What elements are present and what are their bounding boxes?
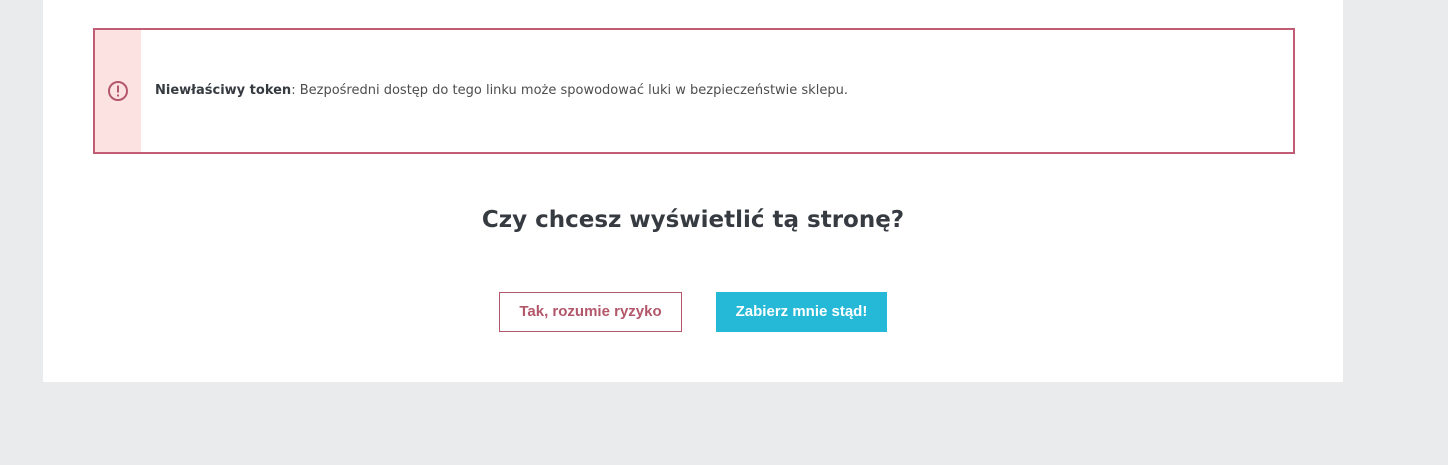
alert-circle-icon (107, 80, 129, 102)
accept-risk-button[interactable]: Tak, rozumie ryzyko (499, 292, 682, 332)
alert-title: Niewłaściwy token (155, 83, 292, 98)
alert-body: Bezpośredni dostęp do tego linku może sp… (295, 83, 848, 98)
confirmation-question: Czy chcesz wyświetlić tą stronę? (481, 207, 905, 233)
content-panel: Niewłaściwy token: Bezpośredni dostęp do… (43, 0, 1343, 382)
alert-icon-column (95, 30, 141, 152)
leave-page-button[interactable]: Zabierz mnie stąd! (716, 292, 887, 332)
invalid-token-alert: Niewłaściwy token: Bezpośredni dostęp do… (93, 28, 1295, 154)
alert-message: Niewłaściwy token: Bezpośredni dostęp do… (155, 82, 848, 100)
